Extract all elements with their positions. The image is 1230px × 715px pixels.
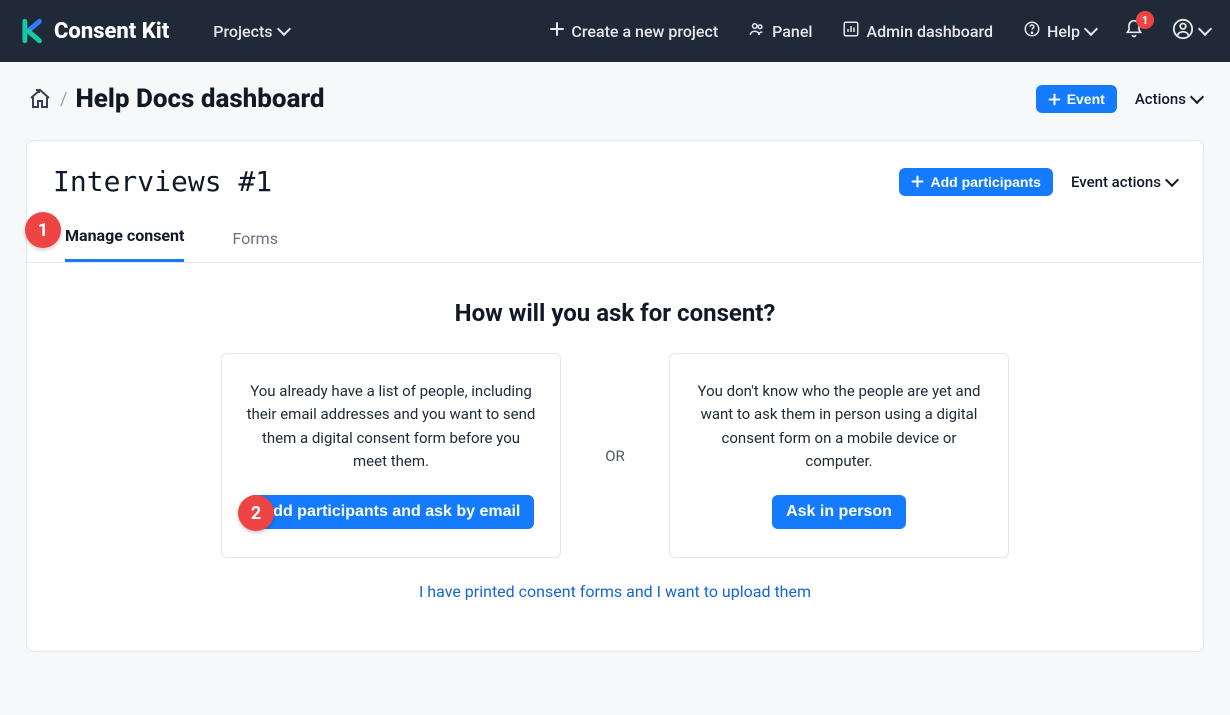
user-menu[interactable] <box>1162 12 1210 50</box>
upload-printed-forms-link[interactable]: I have printed consent forms and I want … <box>53 582 1177 601</box>
top-nav: Consent Kit Projects Create a new projec… <box>0 0 1230 62</box>
page-actions-dropdown[interactable]: Actions <box>1135 90 1202 108</box>
consent-heading: How will you ask for consent? <box>53 299 1177 327</box>
event-title: Interviews #1 <box>53 165 272 198</box>
add-participants-label: Add participants <box>930 174 1040 190</box>
consent-option-inperson-desc: You don't know who the people are yet an… <box>692 380 986 473</box>
consent-panel: How will you ask for consent? You alread… <box>27 263 1203 611</box>
tab-forms[interactable]: Forms <box>232 229 278 262</box>
page-header-bar: / Help Docs dashboard Event Actions <box>0 62 1230 124</box>
admin-label: Admin dashboard <box>866 22 993 41</box>
new-event-button[interactable]: Event <box>1036 85 1117 113</box>
help-dropdown[interactable]: Help <box>1013 14 1106 48</box>
consent-option-inperson: You don't know who the people are yet an… <box>669 353 1009 558</box>
page-actions-label: Actions <box>1135 90 1186 108</box>
plus-icon <box>549 21 565 41</box>
chevron-down-icon <box>1190 90 1204 104</box>
event-card: Interviews #1 Add participants Event act… <box>26 140 1204 652</box>
projects-dropdown[interactable]: Projects <box>203 16 298 47</box>
brand[interactable]: Consent Kit <box>20 18 169 44</box>
page-title: Help Docs dashboard <box>75 84 324 114</box>
chevron-down-icon <box>276 22 290 36</box>
dashboard-icon <box>842 20 860 42</box>
plus-icon <box>1048 93 1061 106</box>
panel-link[interactable]: Panel <box>738 14 822 48</box>
tab-manage-consent[interactable]: Manage consent <box>65 226 184 262</box>
projects-label: Projects <box>213 22 272 41</box>
create-project-button[interactable]: Create a new project <box>539 15 728 47</box>
annotation-step-2: 2 <box>238 495 274 531</box>
panel-icon <box>748 20 766 42</box>
admin-dashboard-link[interactable]: Admin dashboard <box>832 14 1003 48</box>
brand-name: Consent Kit <box>54 19 169 44</box>
consent-option-email-desc: You already have a list of people, inclu… <box>244 380 538 473</box>
panel-label: Panel <box>772 22 812 41</box>
notifications-button[interactable]: 1 <box>1116 13 1152 49</box>
event-tabs: 1 Manage consent Forms <box>27 198 1203 263</box>
notification-count-badge: 1 <box>1136 11 1154 29</box>
chevron-down-icon <box>1084 22 1098 36</box>
annotation-step-1: 1 <box>25 212 61 248</box>
add-participants-button[interactable]: Add participants <box>899 168 1052 196</box>
plus-icon <box>911 175 924 188</box>
or-separator: OR <box>585 353 645 558</box>
event-actions-dropdown[interactable]: Event actions <box>1071 173 1177 191</box>
create-project-label: Create a new project <box>571 22 718 41</box>
help-icon <box>1023 20 1041 42</box>
home-breadcrumb[interactable] <box>28 87 52 111</box>
new-event-label: Event <box>1067 91 1105 107</box>
user-icon <box>1172 18 1194 44</box>
ask-in-person-button[interactable]: Ask in person <box>772 495 906 529</box>
chevron-down-icon <box>1198 22 1212 36</box>
breadcrumb-separator: / <box>60 89 67 110</box>
consent-option-email: You already have a list of people, inclu… <box>221 353 561 558</box>
ask-by-email-button[interactable]: Add participants and ask by email <box>248 495 535 529</box>
chevron-down-icon <box>1165 172 1179 186</box>
help-label: Help <box>1047 22 1080 41</box>
brand-logo-icon <box>20 18 46 44</box>
event-actions-label: Event actions <box>1071 173 1161 191</box>
